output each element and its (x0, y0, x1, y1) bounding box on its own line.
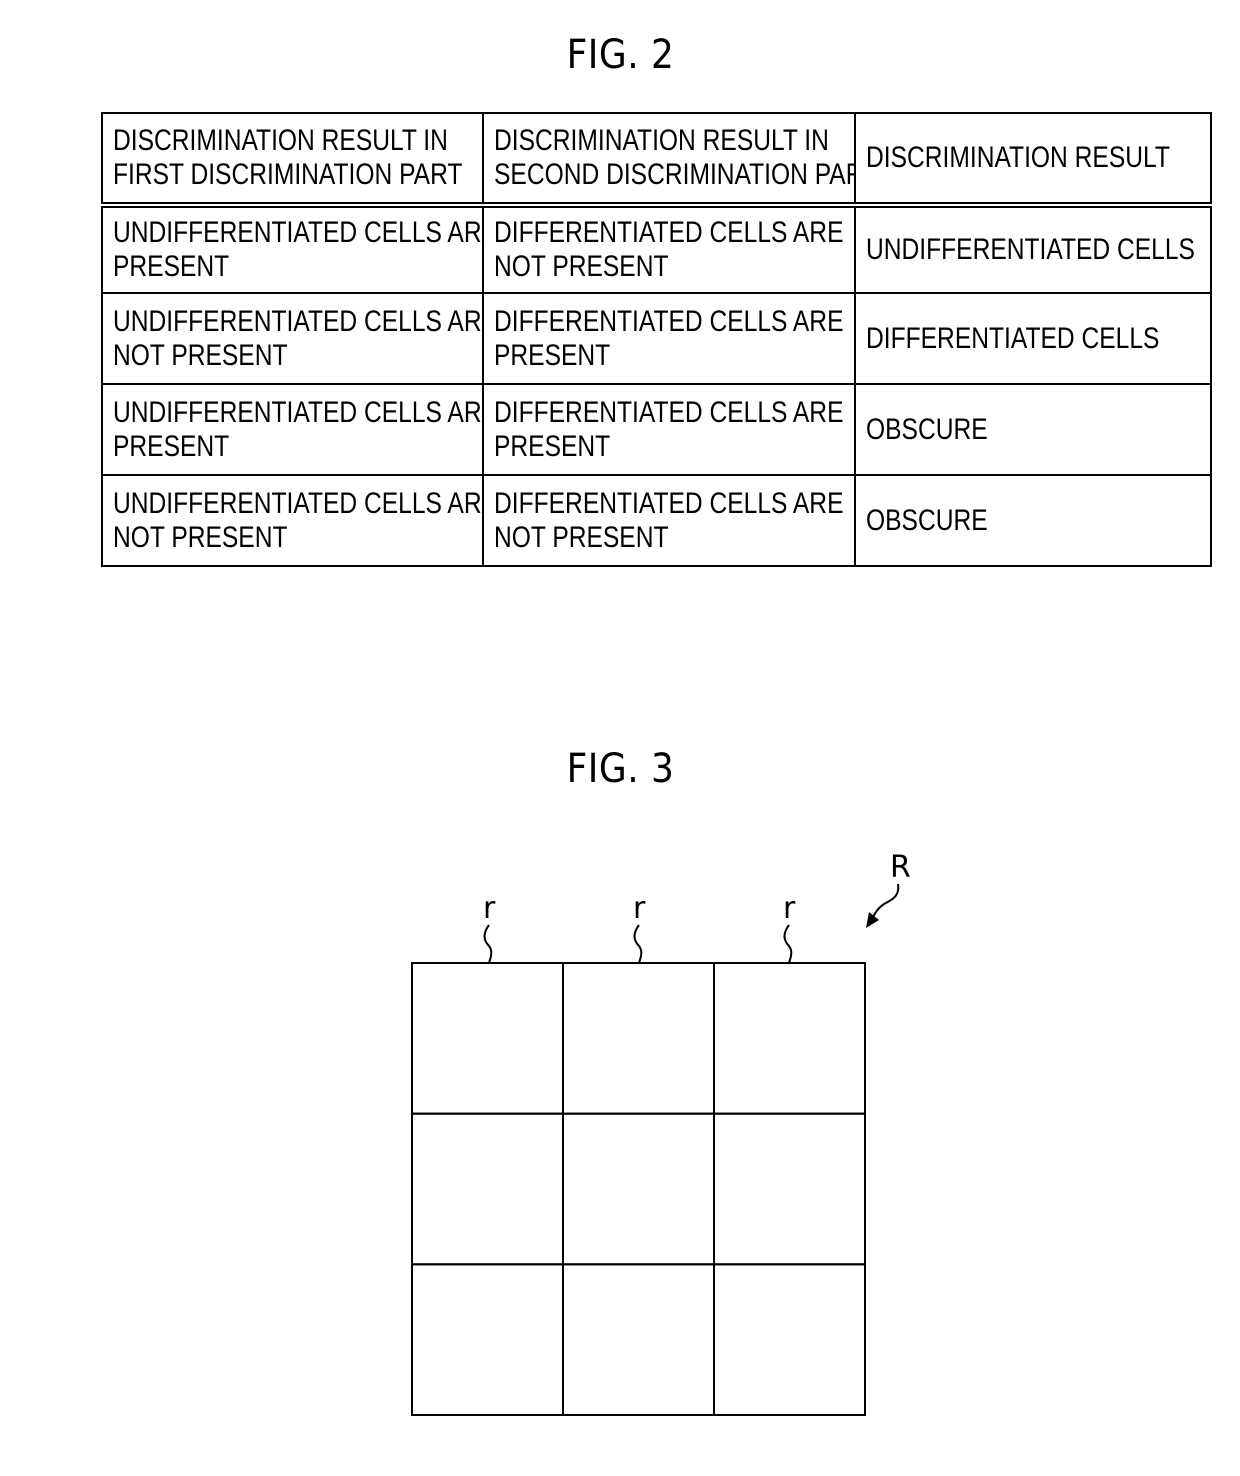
cell-first-part: UNDIFFERENTIATED CELLS ARE NOT PRESENT (101, 474, 484, 567)
region-label-group: R (866, 850, 911, 928)
discrimination-result-table: DISCRIMINATION RESULT IN FIRST DISCRIMINA… (101, 112, 1212, 567)
table-row: UNDIFFERENTIATED CELLS ARE NOT PRESENT DI… (101, 292, 1212, 385)
table-row: UNDIFFERENTIATED CELLS ARE PRESENT DIFFER… (101, 204, 1212, 294)
subregion-label: r (483, 891, 496, 926)
cell-second-part: DIFFERENTIATED CELLS ARE PRESENT (482, 383, 856, 476)
cell-line: PRESENT (494, 429, 611, 463)
cell-result: DIFFERENTIATED CELLS (854, 292, 1212, 385)
cell-line: DIFFERENTIATED CELLS ARE (494, 395, 844, 429)
cell-line: DIFFERENTIATED CELLS ARE (494, 486, 844, 520)
cell-result: UNDIFFERENTIATED CELLS (854, 204, 1212, 294)
header-line: FIRST DISCRIMINATION PART (113, 158, 463, 191)
cell-line: DIFFERENTIATED CELLS (866, 321, 1160, 355)
cell-line: OBSCURE (866, 503, 988, 537)
cell-line: PRESENT (113, 429, 230, 463)
subregion-leaders: rrr (483, 891, 796, 964)
cell-line: DIFFERENTIATED CELLS ARE (494, 304, 844, 338)
cell-line: UNDIFFERENTIATED CELLS ARE (113, 486, 483, 520)
subregion-cell (713, 962, 866, 1115)
subregion-cell (713, 1263, 866, 1417)
region-label: R (890, 850, 911, 885)
header-discrimination-result: DISCRIMINATION RESULT (854, 112, 1212, 208)
subregion-cell (713, 1112, 866, 1266)
header-line: DISCRIMINATION RESULT IN (113, 124, 448, 157)
cell-line: OBSCURE (866, 412, 988, 446)
cell-line: NOT PRESENT (113, 338, 288, 372)
figure-3-title: FIG. 3 (566, 746, 675, 792)
arrowhead-icon (866, 912, 879, 928)
header-line: DISCRIMINATION RESULT IN (494, 124, 829, 157)
cell-first-part: UNDIFFERENTIATED CELLS ARE PRESENT (101, 383, 484, 476)
cell-line: NOT PRESENT (113, 520, 288, 554)
figure-2-title: FIG. 2 (566, 32, 675, 78)
subregion-cell (562, 1112, 715, 1266)
cell-line: NOT PRESENT (494, 250, 669, 283)
cell-line: NOT PRESENT (494, 520, 669, 554)
region-leader-line (871, 883, 900, 921)
cell-result: OBSCURE (854, 383, 1212, 476)
cell-line: UNDIFFERENTIATED CELLS ARE (113, 216, 483, 249)
table-row: UNDIFFERENTIATED CELLS ARE PRESENT DIFFER… (101, 383, 1212, 476)
region-grid (411, 962, 866, 1417)
cell-line: UNDIFFERENTIATED CELLS (866, 233, 1195, 266)
subregion-cell (562, 1263, 715, 1417)
cell-first-part: UNDIFFERENTIATED CELLS ARE PRESENT (101, 204, 484, 294)
cell-line: DIFFERENTIATED CELLS ARE (494, 216, 844, 249)
cell-line: PRESENT (113, 250, 230, 283)
subregion-label: r (633, 891, 646, 926)
subregion-cell (411, 1112, 564, 1266)
header-first-discrimination-part: DISCRIMINATION RESULT IN FIRST DISCRIMINA… (101, 112, 484, 208)
header-line: SECOND DISCRIMINATION PART (494, 158, 855, 191)
cell-second-part: DIFFERENTIATED CELLS ARE PRESENT (482, 292, 856, 385)
header-line: DISCRIMINATION RESULT (866, 141, 1170, 174)
cell-first-part: UNDIFFERENTIATED CELLS ARE NOT PRESENT (101, 292, 484, 385)
subregion-cell (411, 962, 564, 1115)
cell-line: UNDIFFERENTIATED CELLS ARE (113, 395, 483, 429)
subregion-leader-line (483, 924, 493, 964)
cell-line: UNDIFFERENTIATED CELLS ARE (113, 304, 483, 338)
subregion-cell (562, 962, 715, 1115)
cell-second-part: DIFFERENTIATED CELLS ARE NOT PRESENT (482, 204, 856, 294)
subregion-leader-line (633, 924, 643, 964)
table-row: UNDIFFERENTIATED CELLS ARE NOT PRESENT DI… (101, 474, 1212, 567)
cell-second-part: DIFFERENTIATED CELLS ARE NOT PRESENT (482, 474, 856, 567)
subregion-cell (411, 1263, 564, 1417)
subregion-label: r (783, 891, 796, 926)
cell-line: PRESENT (494, 338, 611, 372)
subregion-leader-line (783, 924, 793, 964)
header-second-discrimination-part: DISCRIMINATION RESULT IN SECOND DISCRIMIN… (482, 112, 856, 208)
table-header-row: DISCRIMINATION RESULT IN FIRST DISCRIMINA… (101, 112, 1212, 208)
cell-result: OBSCURE (854, 474, 1212, 567)
